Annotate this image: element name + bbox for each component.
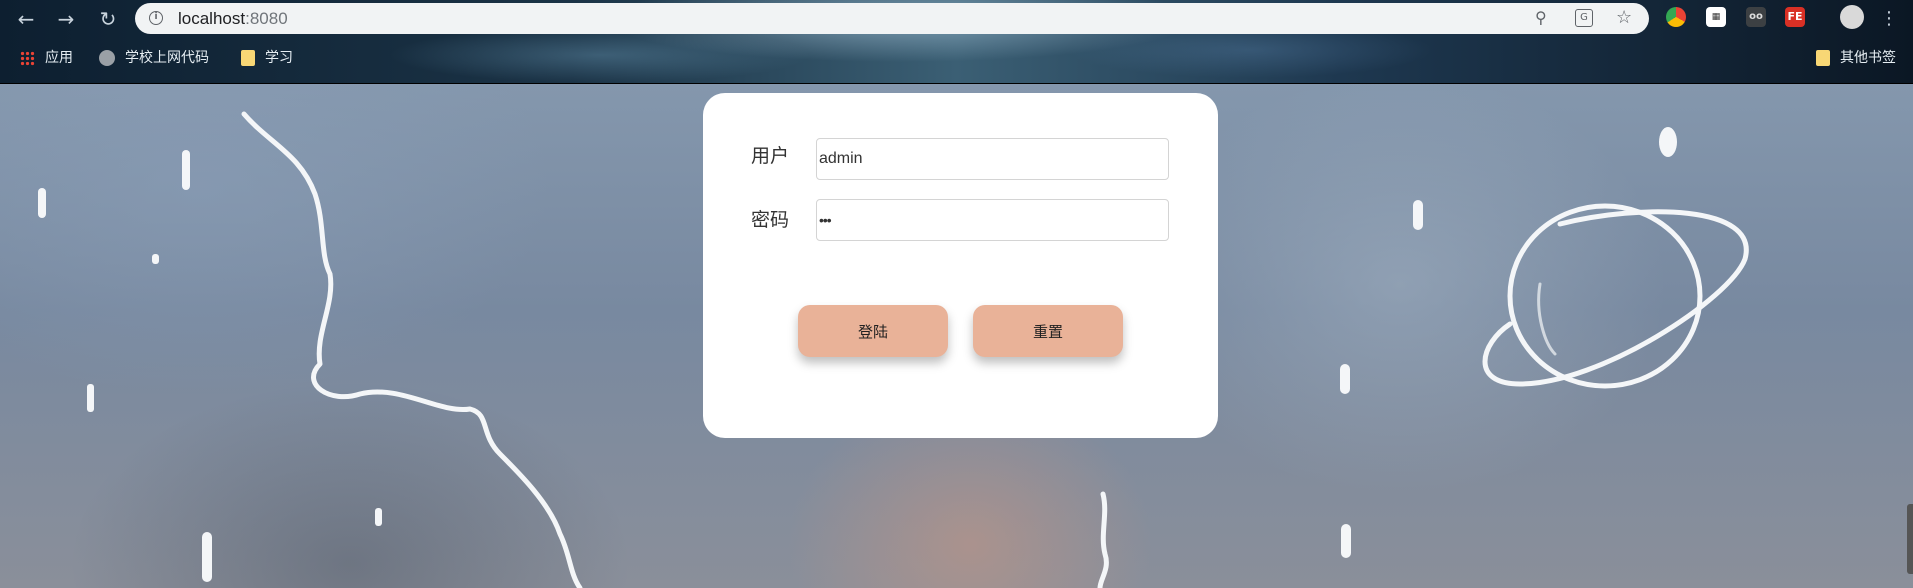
apps-grid-icon [20, 50, 35, 66]
color-wheel-extension-icon[interactable] [1666, 7, 1686, 27]
back-arrow-icon[interactable]: ← [15, 8, 37, 30]
address-bar[interactable]: i localhost:8080 ⚲ G ☆ [135, 3, 1649, 34]
profile-avatar[interactable] [1840, 5, 1864, 29]
extension-icon[interactable]: ▦ [1706, 7, 1726, 27]
reader-extension-icon[interactable]: oo [1746, 7, 1766, 27]
browser-chrome: ← → ↻ i localhost:8080 ⚲ G ☆ ▦ oo FE ⋮ 应… [0, 0, 1913, 84]
side-scroll-handle[interactable] [1907, 504, 1913, 574]
login-card: 用户 密码 ••• 登陆 重置 [703, 93, 1218, 438]
bookmark-other[interactable]: 其他书签 [1816, 46, 1896, 70]
bookmark-apps[interactable]: 应用 [20, 46, 73, 70]
menu-dots-icon[interactable]: ⋮ [1878, 8, 1900, 30]
reset-button[interactable]: 重置 [973, 305, 1123, 357]
reload-icon[interactable]: ↻ [97, 8, 119, 30]
globe-icon [99, 50, 115, 66]
fe-extension-icon[interactable]: FE [1785, 7, 1805, 27]
login-page: 用户 密码 ••• 登陆 重置 [0, 84, 1913, 588]
key-icon[interactable]: ⚲ [1535, 9, 1547, 27]
bookmark-star-icon[interactable]: ☆ [1616, 9, 1632, 27]
bookmarks-bar: 应用 学校上网代码 学习 其他书签 [0, 46, 1913, 70]
translate-icon[interactable]: G [1575, 9, 1593, 27]
address-url[interactable]: localhost:8080 [178, 9, 288, 29]
password-input[interactable]: ••• [816, 199, 1169, 241]
forward-arrow-icon[interactable]: → [55, 8, 77, 30]
username-label: 用户 [751, 145, 790, 167]
folder-icon [1816, 50, 1830, 66]
username-input[interactable] [816, 138, 1169, 180]
bookmark-school-network[interactable]: 学校上网代码 [99, 46, 209, 70]
bookmark-study[interactable]: 学习 [241, 46, 293, 70]
password-label: 密码 [751, 209, 790, 231]
login-button[interactable]: 登陆 [798, 305, 948, 357]
folder-icon [241, 50, 255, 66]
site-info-icon[interactable]: i [149, 11, 163, 25]
